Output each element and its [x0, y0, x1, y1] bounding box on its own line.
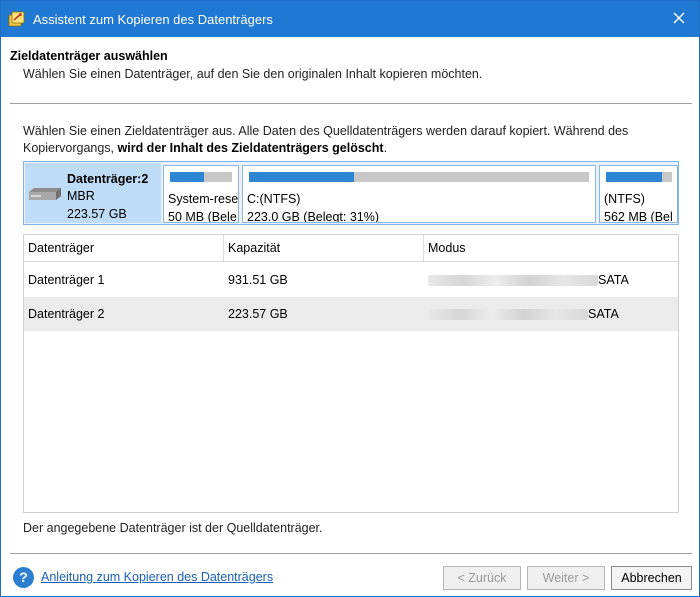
partition-name: (NTFS): [604, 192, 645, 206]
cancel-button[interactable]: Abbrechen: [611, 566, 692, 590]
partition-name: C:(NTFS): [247, 192, 301, 206]
partition-usage-fill: [249, 172, 355, 182]
help-link[interactable]: Anleitung zum Kopieren des Datenträgers: [41, 570, 273, 584]
cell-disk: Datenträger 1: [28, 273, 105, 287]
window-title: Assistent zum Kopieren des Datenträgers: [33, 11, 273, 27]
partition-usage-fill: [170, 172, 205, 182]
disk-name: Datenträger:2: [67, 172, 149, 186]
redacted-model: [428, 275, 598, 286]
source-disk-note: Der angegebene Datenträger ist der Quell…: [23, 521, 323, 535]
page-subheading: Wählen Sie einen Datenträger, auf den Si…: [23, 67, 483, 81]
back-button[interactable]: < Zurück: [443, 566, 521, 590]
cell-capacity: 931.51 GB: [228, 273, 288, 287]
disk-table[interactable]: Datenträger Kapazität Modus Datenträger …: [23, 234, 679, 513]
partition-name: System-rese: [168, 192, 239, 206]
column-header-mode[interactable]: Modus: [424, 235, 678, 261]
cell-disk: Datenträger 2: [28, 307, 105, 321]
cell-mode: SATA: [588, 307, 619, 321]
disk-partition-style: MBR: [67, 189, 95, 203]
partition-info: 223.0 GB (Belegt: 31%): [247, 210, 380, 223]
partition-info: 50 MB (Bele: [168, 210, 237, 223]
partition-system-reserved[interactable]: System-rese 50 MB (Bele: [163, 165, 239, 223]
help-icon[interactable]: ?: [13, 567, 34, 588]
disk-copy-wizard-icon: [8, 11, 25, 27]
partition-c[interactable]: C:(NTFS) 223.0 GB (Belegt: 31%): [242, 165, 596, 223]
partition-usage-bar: [170, 172, 232, 182]
header-divider: [10, 103, 692, 104]
table-row[interactable]: Datenträger 1 931.51 GB SATA: [24, 263, 678, 297]
partition-info: 562 MB (Bel: [604, 210, 673, 223]
partition-usage-bar: [249, 172, 589, 182]
dialog-window: Assistent zum Kopieren des Datenträgers …: [0, 0, 700, 597]
next-button[interactable]: Weiter >: [527, 566, 605, 590]
redacted-model: [428, 309, 588, 320]
disk-size: 223.57 GB: [67, 207, 127, 221]
cell-capacity: 223.57 GB: [228, 307, 288, 321]
disk-summary[interactable]: Datenträger:2 MBR 223.57 GB: [25, 163, 161, 223]
partition-usage-fill: [606, 172, 663, 182]
hard-disk-icon: [29, 188, 61, 200]
disk-map[interactable]: Datenträger:2 MBR 223.57 GB System-rese …: [23, 161, 679, 225]
footer-divider: [10, 553, 692, 554]
column-header-disk[interactable]: Datenträger: [24, 235, 224, 261]
page-heading: Zieldatenträger auswählen: [10, 49, 168, 63]
cell-mode: SATA: [598, 273, 629, 287]
table-row-selected[interactable]: Datenträger 2 223.57 GB SATA: [24, 297, 678, 331]
table-header: Datenträger Kapazität Modus: [24, 235, 678, 262]
partition-usage-bar: [606, 172, 672, 182]
partition-ntfs[interactable]: (NTFS) 562 MB (Bel: [599, 165, 678, 223]
close-icon[interactable]: [669, 8, 689, 28]
info-text: Wählen Sie einen Zieldatenträger aus. Al…: [23, 123, 693, 157]
info-text-warning: wird der Inhalt des Zieldatenträgers gel…: [117, 141, 384, 155]
title-bar[interactable]: Assistent zum Kopieren des Datenträgers: [1, 1, 699, 37]
info-text-end: .: [383, 141, 388, 155]
column-header-capacity[interactable]: Kapazität: [224, 235, 424, 261]
